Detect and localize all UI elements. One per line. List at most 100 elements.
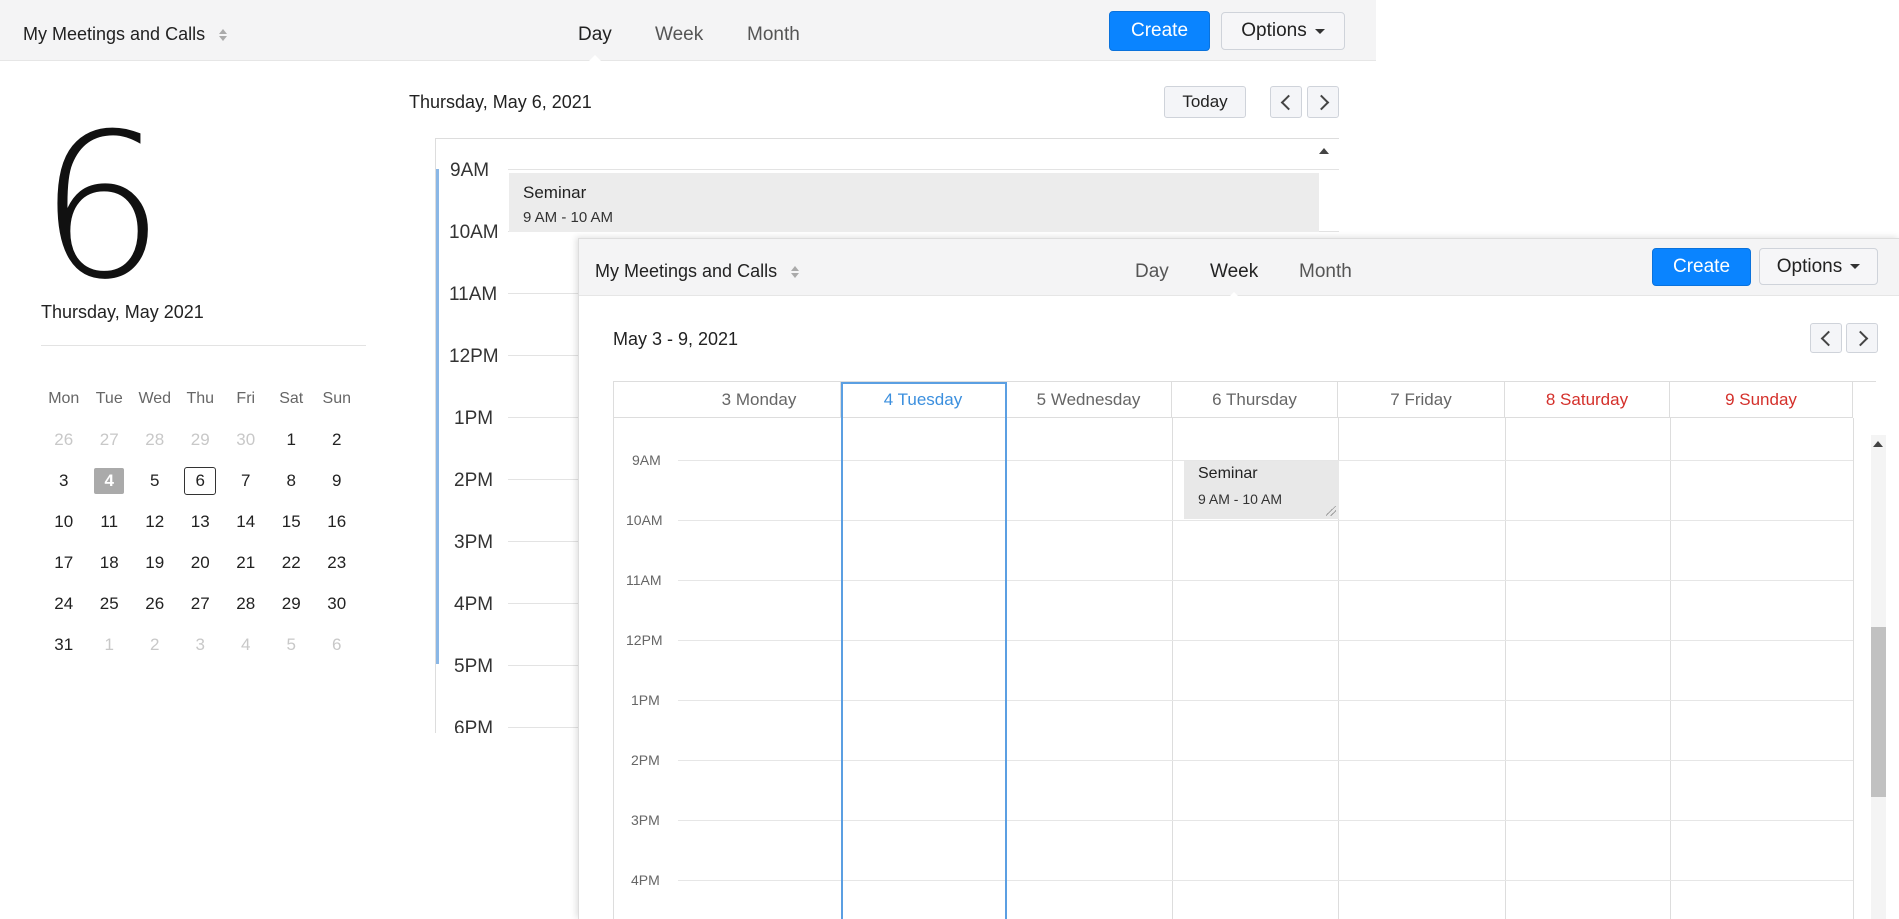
mini-calendar-day[interactable]: 16 [314,512,360,532]
calendar-selector-label: My Meetings and Calls [23,24,206,44]
hour-label: 10AM [449,222,499,243]
tab-week[interactable]: Week [1210,261,1258,299]
mini-calendar-day[interactable]: 9 [314,471,360,491]
sort-arrows-icon [219,28,228,41]
create-button[interactable]: Create [1109,11,1210,51]
weekday-label: Wed [138,389,172,407]
mini-calendar-day[interactable]: 18 [87,553,133,573]
hour-label: 5PM [454,656,494,677]
scroll-up-arrow-icon[interactable] [1319,148,1329,154]
hour-label: 10AM [626,512,663,528]
day-column-header[interactable]: 5 Wednesday [1006,382,1172,418]
hour-label: 1PM [631,692,660,708]
tab-day[interactable]: Day [1135,261,1169,283]
day-date-heading: Thursday, May 6, 2021 [409,92,592,112]
mini-calendar-day[interactable]: 8 [269,471,315,491]
mini-calendar: Mon Tue Wed Thu Fri Sat Sun 26 27 28 29 … [41,378,366,665]
mini-calendar-day[interactable]: 26 [132,594,178,614]
mini-calendar-day[interactable]: 31 [41,635,87,655]
hour-label: 2PM [454,470,494,491]
mini-calendar-day[interactable]: 3 [178,635,224,655]
tab-month[interactable]: Month [747,24,800,46]
calendar-selector[interactable]: My Meetings and Calls [595,261,800,282]
weekday-label: Tue [95,389,123,407]
day-indicator-bar [436,169,439,664]
chevron-left-icon [1280,94,1296,110]
mini-calendar-day[interactable]: 2 [314,430,360,450]
chevron-right-icon [1313,94,1329,110]
mini-calendar-day[interactable]: 7 [223,471,269,491]
event-seminar[interactable]: Seminar 9 AM - 10 AM [1184,461,1339,519]
scrollbar-thumb[interactable] [1871,627,1886,797]
day-column-header[interactable]: 7 Friday [1338,382,1505,418]
weekday-label: Sat [279,389,304,407]
mini-calendar-day[interactable]: 14 [223,512,269,532]
mini-calendar-day[interactable]: 20 [178,553,224,573]
mini-calendar-day[interactable]: 29 [269,594,315,614]
mini-calendar-day[interactable]: 27 [87,430,133,450]
tab-month[interactable]: Month [1299,261,1352,283]
mini-calendar-day[interactable]: 3 [41,471,87,491]
mini-calendar-day[interactable]: 12 [132,512,178,532]
mini-calendar-day[interactable]: 1 [269,430,315,450]
create-button[interactable]: Create [1652,248,1751,286]
mini-calendar-day[interactable]: 26 [41,430,87,450]
prev-week-button[interactable] [1810,323,1842,353]
mini-calendar-day[interactable]: 27 [178,594,224,614]
mini-calendar-day[interactable]: 17 [41,553,87,573]
mini-calendar-day[interactable]: 21 [223,553,269,573]
options-button[interactable]: Options [1221,12,1345,50]
mini-calendar-day[interactable]: 5 [269,635,315,655]
hour-label: 12PM [626,632,663,648]
tab-day[interactable]: Day [578,24,612,62]
mini-calendar-day[interactable]: 2 [132,635,178,655]
mini-calendar-day[interactable]: 28 [223,594,269,614]
resize-handle-icon[interactable] [1326,506,1336,516]
mini-calendar-day[interactable]: 19 [132,553,178,573]
tab-week[interactable]: Week [655,24,703,46]
mini-calendar-day[interactable]: 15 [269,512,315,532]
next-week-button[interactable] [1846,323,1878,353]
divider [41,345,366,346]
calendar-selector[interactable]: My Meetings and Calls [23,24,228,45]
prev-day-button[interactable] [1270,86,1302,118]
scroll-up-arrow-icon[interactable] [1873,441,1883,447]
mini-calendar-day[interactable]: 29 [178,430,224,450]
mini-calendar-day[interactable]: 6 [314,635,360,655]
hour-label: 4PM [631,872,660,888]
hour-label: 4PM [454,594,494,615]
mini-calendar-day[interactable]: 10 [41,512,87,532]
mini-calendar-day[interactable]: 13 [178,512,224,532]
day-column-header-weekend[interactable]: 9 Sunday [1670,382,1853,418]
mini-calendar-day[interactable]: 4 [223,635,269,655]
week-range-heading: May 3 - 9, 2021 [613,329,739,349]
mini-calendar-day[interactable]: 30 [314,594,360,614]
mini-calendar-week: 17 18 19 20 21 22 23 [41,542,366,583]
mini-calendar-day[interactable]: 25 [87,594,133,614]
hour-label: 9AM [632,452,661,468]
event-seminar[interactable]: Seminar 9 AM - 10 AM [509,173,1319,232]
week-scrollbar[interactable] [1871,435,1886,919]
next-day-button[interactable] [1307,86,1339,118]
day-column-header-weekend[interactable]: 8 Saturday [1505,382,1670,418]
day-column-header[interactable]: 3 Monday [678,382,841,418]
mini-calendar-day[interactable]: 5 [132,471,178,491]
mini-calendar-day[interactable]: 24 [41,594,87,614]
mini-calendar-day[interactable]: 28 [132,430,178,450]
mini-calendar-day[interactable]: 22 [269,553,315,573]
weekday-label: Fri [236,389,256,407]
caret-down-icon [1850,264,1861,269]
mini-calendar-week: 31 1 2 3 4 5 6 [41,624,366,665]
weekday-label: Thu [186,389,215,407]
mini-calendar-day[interactable]: 30 [223,430,269,450]
mini-calendar-day[interactable]: 11 [87,512,133,532]
weekday-label: Mon [48,389,80,407]
day-column-header[interactable]: 6 Thursday [1172,382,1338,418]
today-button[interactable]: Today [1164,86,1246,118]
mini-calendar-day-today[interactable]: 6 [178,466,224,495]
mini-calendar-day-selected[interactable]: 4 [87,467,133,494]
options-button[interactable]: Options [1759,248,1878,285]
mini-calendar-day[interactable]: 23 [314,553,360,573]
hour-label: 9AM [450,160,490,181]
mini-calendar-day[interactable]: 1 [87,635,133,655]
